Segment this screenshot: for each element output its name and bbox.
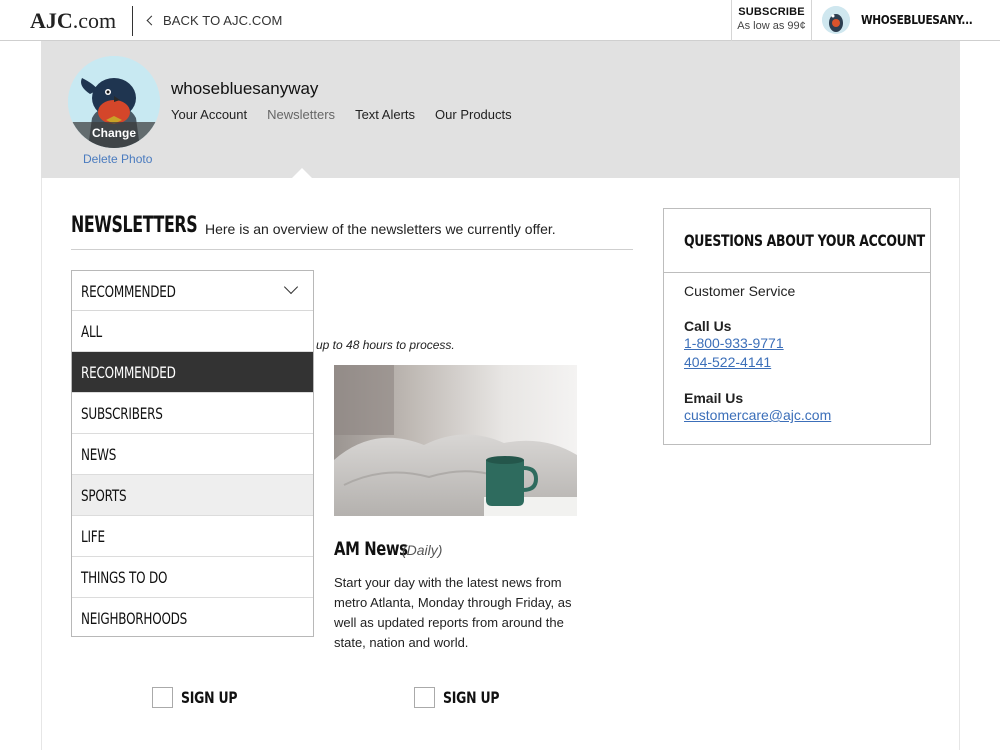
dropdown-option-recommended[interactable]: RECOMMENDED bbox=[72, 352, 313, 393]
divider bbox=[71, 249, 633, 250]
user-avatar-small[interactable] bbox=[822, 6, 850, 34]
back-to-ajc-link[interactable]: BACK TO AJC.COM bbox=[146, 13, 283, 28]
newsletter-description: Start your day with the latest news from… bbox=[334, 575, 572, 650]
dropdown-option-neighborhoods[interactable]: NEIGHBORHOODS bbox=[72, 598, 313, 639]
dropdown-option-things-to-do[interactable]: THINGS TO DO bbox=[72, 557, 313, 598]
signup-checkbox[interactable] bbox=[152, 687, 173, 708]
chevron-left-icon bbox=[146, 15, 157, 26]
email-link[interactable]: customercare@ajc.com bbox=[684, 406, 930, 425]
phone-link-2[interactable]: 404-522-4141 bbox=[684, 353, 930, 372]
subscribe-button[interactable]: SUBSCRIBE As low as 99¢ bbox=[731, 0, 812, 41]
profile-header: Change Delete Photo whosebluesanyway You… bbox=[41, 41, 960, 178]
signup-checkbox[interactable] bbox=[414, 687, 435, 708]
subscribe-title: SUBSCRIBE bbox=[738, 6, 805, 18]
email-us-label: Email Us bbox=[684, 390, 744, 406]
page-description: Here is an overview of the newsletters w… bbox=[205, 221, 556, 237]
dropdown-option-subscribers[interactable]: SUBSCRIBERS bbox=[72, 393, 313, 434]
signup-label: SIGN UP bbox=[443, 688, 500, 707]
signup-toggle-2[interactable]: SIGN UP bbox=[414, 687, 515, 708]
chevron-down-icon bbox=[283, 279, 299, 295]
signup-toggle-1[interactable]: SIGN UP bbox=[152, 687, 253, 708]
tab-newsletters[interactable]: Newsletters bbox=[267, 107, 335, 122]
change-photo-button[interactable]: Change bbox=[68, 122, 160, 148]
page-title: NEWSLETTERS bbox=[71, 213, 198, 238]
questions-box: QUESTIONS ABOUT YOUR ACCOUNT Customer Se… bbox=[663, 208, 931, 445]
dropdown-selected[interactable]: RECOMMENDED bbox=[72, 271, 313, 311]
top-bar: AJC.com BACK TO AJC.COM SUBSCRIBE As low… bbox=[0, 0, 1000, 41]
newsletter-filter-dropdown[interactable]: RECOMMENDED ALL RECOMMENDED SUBSCRIBERS … bbox=[71, 270, 314, 637]
dropdown-option-life[interactable]: LIFE bbox=[72, 516, 313, 557]
ajc-logo[interactable]: AJC.com bbox=[30, 8, 116, 34]
profile-avatar[interactable]: Change bbox=[68, 56, 160, 148]
questions-heading: QUESTIONS ABOUT YOUR ACCOUNT bbox=[664, 209, 930, 273]
signup-label: SIGN UP bbox=[181, 688, 238, 707]
tab-text-alerts[interactable]: Text Alerts bbox=[355, 107, 415, 122]
processing-note: up to 48 hours to process. bbox=[316, 338, 455, 352]
profile-tabs: Your Account Newsletters Text Alerts Our… bbox=[171, 107, 512, 122]
call-us-label: Call Us bbox=[684, 318, 732, 334]
newsletter-image bbox=[334, 365, 577, 516]
user-menu-name[interactable]: WHOSEBLUESANY... bbox=[861, 13, 973, 27]
delete-photo-link[interactable]: Delete Photo bbox=[83, 152, 152, 166]
subscribe-price: As low as 99¢ bbox=[737, 20, 806, 32]
profile-username: whosebluesanyway bbox=[171, 79, 319, 98]
dropdown-option-news[interactable]: NEWS bbox=[72, 434, 313, 475]
tab-our-products[interactable]: Our Products bbox=[435, 107, 512, 122]
customer-service-label: Customer Service bbox=[684, 283, 796, 299]
tab-your-account[interactable]: Your Account bbox=[171, 107, 247, 122]
main-panel: NEWSLETTERS Here is an overview of the n… bbox=[41, 178, 960, 750]
phone-link-1[interactable]: 1-800-933-9771 bbox=[684, 334, 930, 353]
active-tab-caret bbox=[292, 168, 312, 178]
divider bbox=[132, 6, 133, 36]
dropdown-option-sports[interactable]: SPORTS bbox=[72, 475, 313, 516]
dropdown-option-all[interactable]: ALL bbox=[72, 311, 313, 352]
newsletter-frequency: (Daily) bbox=[402, 542, 443, 558]
